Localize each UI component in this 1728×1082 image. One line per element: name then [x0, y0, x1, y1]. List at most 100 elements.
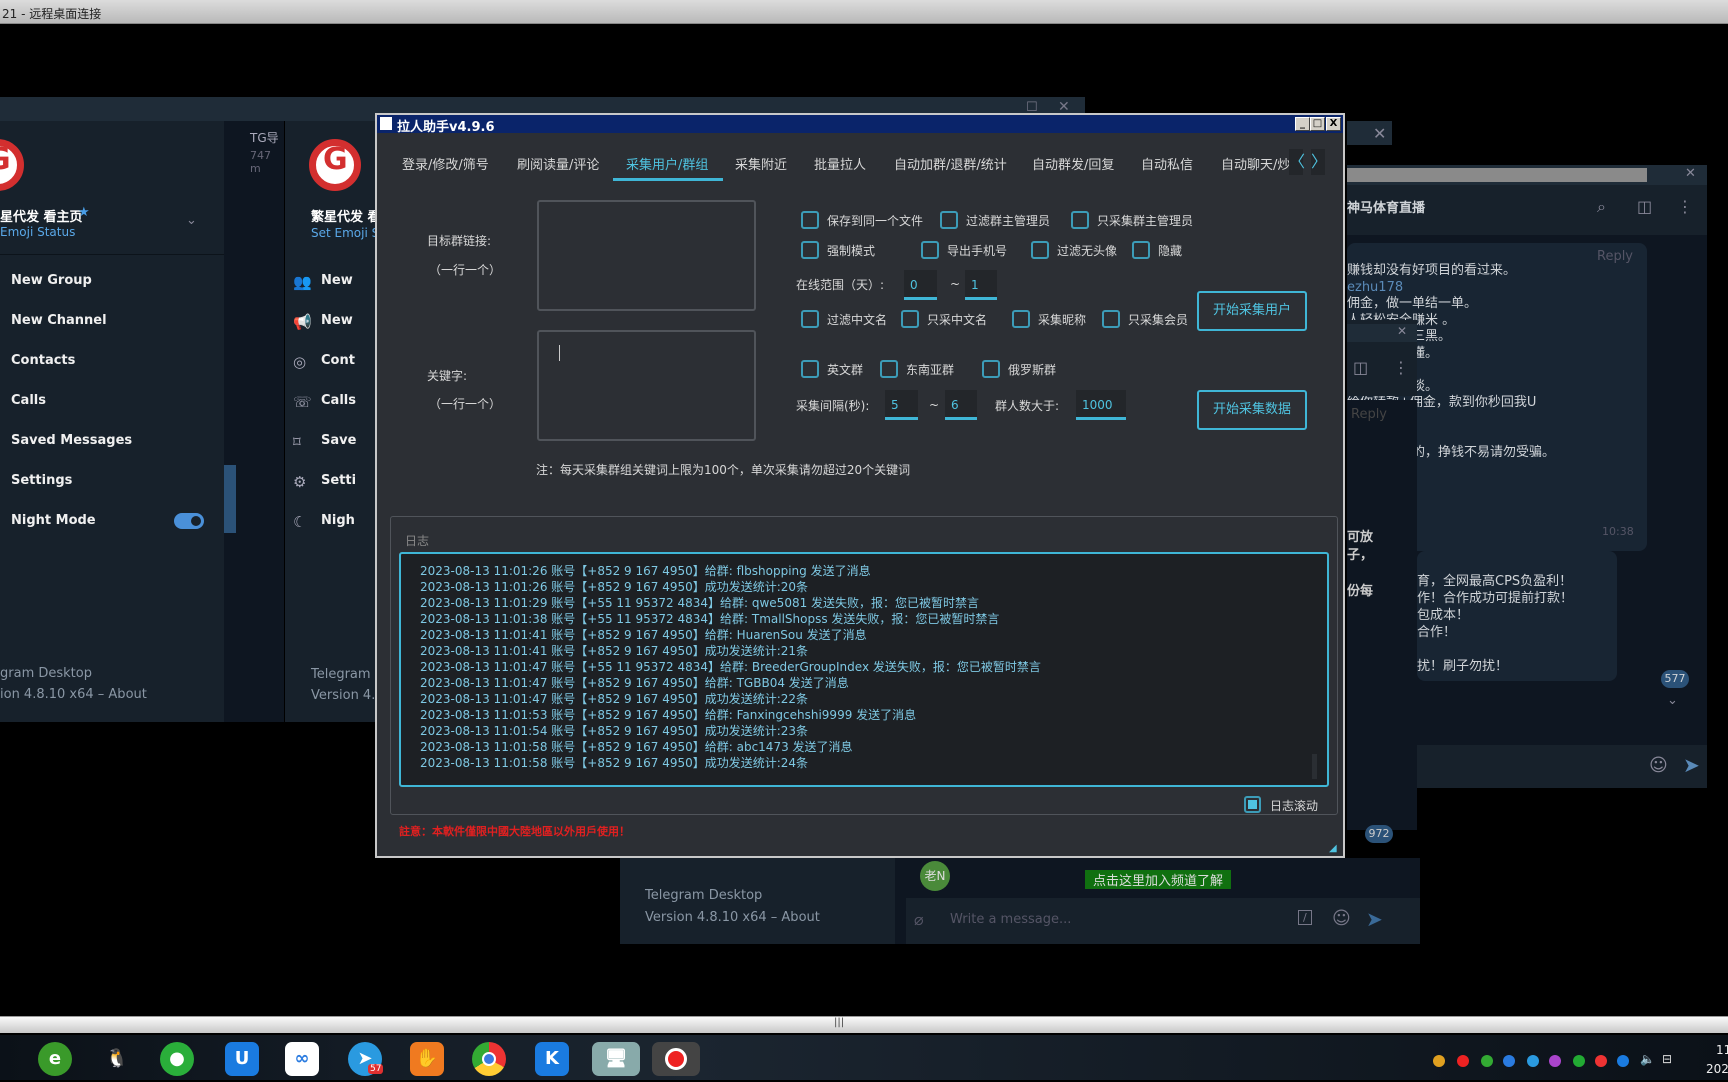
close-icon[interactable]: ✕: [1685, 166, 1696, 181]
tab-views[interactable]: 刷阅读量/评论: [517, 154, 599, 173]
emoji-icon[interactable]: ☺: [1649, 755, 1668, 776]
kugou-icon[interactable]: K: [535, 1042, 569, 1076]
clock-time[interactable]: 11: [1716, 1043, 1728, 1057]
tab-scroll-right[interactable]: 〉: [1311, 149, 1327, 175]
emoji-status-link[interactable]: Set Emoji S: [311, 226, 379, 240]
ie-icon[interactable]: e: [38, 1042, 72, 1076]
tray-qq-icon[interactable]: [1595, 1055, 1607, 1067]
tab-auto-join[interactable]: 自动加群/退群/统计: [894, 154, 1007, 173]
menu-new-group[interactable]: New: [321, 273, 353, 288]
keywords-textarea[interactable]: [537, 330, 756, 441]
network-icon[interactable]: ⊟: [1662, 1052, 1672, 1066]
chrome-icon[interactable]: [472, 1042, 506, 1076]
send-icon[interactable]: ➤: [1683, 753, 1700, 777]
reply-button[interactable]: Reply: [1597, 249, 1633, 264]
checkbox-english-groups[interactable]: [801, 360, 819, 378]
menu-night-mode[interactable]: Night Mode: [11, 513, 96, 528]
record-icon[interactable]: [652, 1042, 700, 1076]
menu-calls[interactable]: Calls: [11, 393, 46, 408]
menu-new-channel[interactable]: New Channel: [11, 313, 107, 328]
tray-telegram-icon[interactable]: [1527, 1055, 1539, 1067]
sidebar-toggle-icon[interactable]: ◫: [1353, 358, 1368, 377]
tab-login[interactable]: 登录/修改/筛号: [402, 154, 489, 173]
menu-new-channel[interactable]: New: [321, 313, 353, 328]
tab-auto-dm[interactable]: 自动私信: [1141, 154, 1193, 173]
avatar[interactable]: 老N: [920, 861, 950, 891]
close-icon[interactable]: ✕: [1373, 124, 1386, 143]
checkbox-hide[interactable]: [1132, 241, 1150, 259]
avatar[interactable]: [309, 139, 361, 191]
tray-wechat-icon[interactable]: [1573, 1055, 1585, 1067]
target-links-textarea[interactable]: [537, 200, 756, 311]
close-icon[interactable]: ✕: [1397, 324, 1407, 338]
menu-contacts[interactable]: Contacts: [11, 353, 75, 368]
checkbox-sea-groups[interactable]: [880, 360, 898, 378]
chevron-down-icon[interactable]: ⌄: [186, 213, 197, 228]
chat-title[interactable]: TG导: [250, 129, 279, 146]
checkbox-filter-chinese-name[interactable]: [801, 310, 819, 328]
qq-icon[interactable]: 🐧: [100, 1042, 134, 1076]
start-collect-users-button[interactable]: 开始采集用户: [1197, 291, 1307, 331]
menu-saved-messages[interactable]: Save: [321, 433, 356, 448]
menu-new-group[interactable]: New Group: [11, 273, 92, 288]
version-about-link[interactable]: Version 4.8: [311, 688, 384, 703]
app-u-icon[interactable]: U: [225, 1042, 259, 1076]
message-link[interactable]: ezhu178: [1347, 280, 1555, 297]
tray-record-icon[interactable]: [1457, 1055, 1469, 1067]
avatar[interactable]: [0, 139, 24, 191]
emoji-status-link[interactable]: Emoji Status: [0, 225, 75, 239]
tab-bulk-add[interactable]: 批量拉人: [814, 154, 866, 173]
message-input[interactable]: Write a message...: [950, 912, 1071, 927]
checkbox-save-same-file[interactable]: [801, 211, 819, 229]
menu-night-mode[interactable]: Nigh: [321, 513, 355, 528]
scroll-down-icon[interactable]: ⌄: [1667, 693, 1678, 708]
clock-date[interactable]: 202: [1706, 1062, 1728, 1076]
menu-calls[interactable]: Calls: [321, 393, 356, 408]
interval-to-input[interactable]: 6: [945, 390, 977, 420]
remote-desktop-icon[interactable]: 🖥: [592, 1042, 640, 1076]
tray-ie-icon[interactable]: [1481, 1055, 1493, 1067]
checkbox-russian-groups[interactable]: [982, 360, 1000, 378]
tab-scroll-left[interactable]: 〈: [1289, 149, 1305, 175]
menu-contacts[interactable]: Cont: [321, 353, 355, 368]
remote-scrollbar[interactable]: |||: [0, 1016, 1728, 1033]
night-mode-toggle[interactable]: [174, 513, 204, 529]
reply-button[interactable]: Reply: [1351, 405, 1387, 425]
search-icon[interactable]: ⌕: [1597, 197, 1606, 217]
checkbox-collect-nickname[interactable]: [1012, 310, 1030, 328]
online-from-input[interactable]: 0: [904, 270, 937, 300]
send-icon[interactable]: ➤: [1366, 907, 1383, 931]
minimize-button[interactable]: _: [1295, 117, 1310, 131]
tab-collect-users[interactable]: 采集用户/群组: [626, 154, 708, 173]
version-about-link[interactable]: Version 4.8.10 x64 – About: [645, 910, 820, 925]
more-icon[interactable]: ⋮: [1677, 197, 1693, 216]
attach-icon[interactable]: ⌀: [914, 910, 924, 929]
close-button[interactable]: X: [1326, 117, 1341, 131]
tray-app-icon[interactable]: [1549, 1055, 1561, 1067]
checkbox-only-premium[interactable]: [1102, 310, 1120, 328]
start-collect-data-button[interactable]: 开始采集数据: [1197, 390, 1307, 430]
menu-settings[interactable]: Setti: [321, 473, 356, 488]
checkbox-only-chinese-name[interactable]: [901, 310, 919, 328]
tab-collect-nearby[interactable]: 采集附近: [735, 154, 787, 173]
maximize-button[interactable]: □: [1310, 117, 1325, 131]
command-icon[interactable]: /: [1298, 910, 1312, 925]
tab-auto-chat[interactable]: 自动聊天/炒: [1221, 154, 1289, 173]
log-scrollbar[interactable]: [1312, 754, 1317, 779]
checkbox-export-phone[interactable]: [921, 241, 939, 259]
log-textarea[interactable]: 2023-08-13 11:01:26 账号【+852 9 167 4950】给…: [399, 552, 1329, 787]
emoji-icon[interactable]: ☺: [1332, 908, 1351, 929]
wechat-icon[interactable]: ●: [160, 1042, 194, 1076]
resize-grip-icon[interactable]: ◢: [1329, 843, 1337, 854]
menu-saved-messages[interactable]: Saved Messages: [11, 433, 132, 448]
members-min-input[interactable]: 1000: [1076, 390, 1126, 420]
online-to-input[interactable]: 1: [965, 270, 997, 300]
checkbox-filter-no-avatar[interactable]: [1031, 241, 1049, 259]
log-scroll-checkbox[interactable]: [1244, 796, 1261, 813]
tray-kugou-icon[interactable]: [1617, 1055, 1629, 1067]
more-icon[interactable]: ⋮: [1393, 358, 1409, 377]
tray-app-icon[interactable]: [1503, 1055, 1515, 1067]
baidu-netdisk-icon[interactable]: ∞: [285, 1042, 319, 1076]
tray-icon[interactable]: [1433, 1055, 1445, 1067]
checkbox-only-admins[interactable]: [1071, 211, 1089, 229]
